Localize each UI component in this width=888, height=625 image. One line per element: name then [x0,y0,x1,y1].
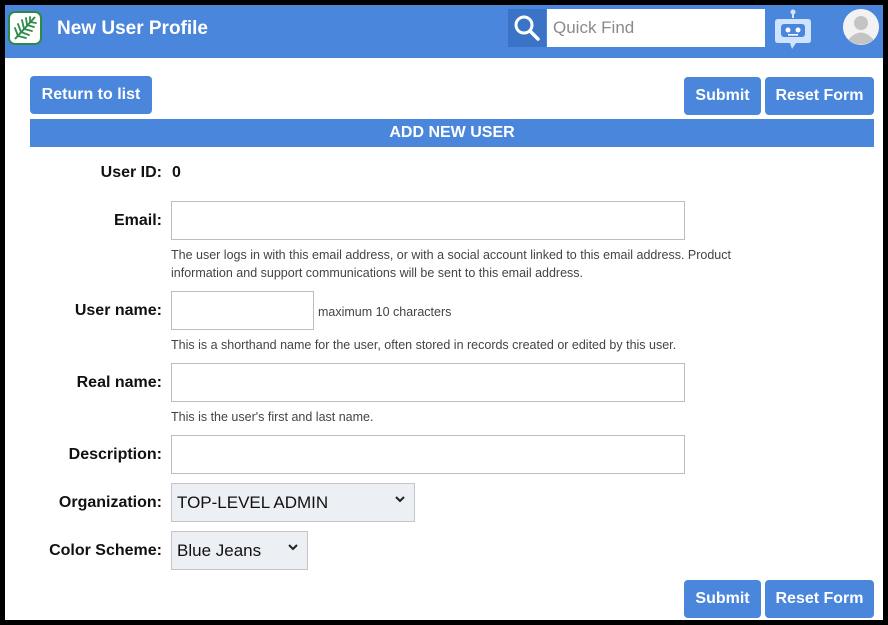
search-button[interactable] [508,9,546,47]
description-label: Description: [68,446,162,463]
email-field[interactable] [171,201,685,240]
organization-select[interactable]: TOP-LEVEL ADMIN [171,483,415,522]
user-name-label: User name: [74,302,162,319]
submit-button-top[interactable]: Submit [684,77,761,115]
real-name-help-text: This is the user's first and last name. [171,410,374,424]
app-window: New User Profile Quick Find Return to li… [5,5,883,620]
section-header: ADD NEW USER [30,119,874,147]
return-to-list-button[interactable]: Return to list [30,76,152,114]
description-field[interactable] [171,435,685,474]
user-name-hint: maximum 10 characters [318,305,452,319]
email-help-text: The user logs in with this email address… [171,248,731,280]
color-scheme-label: Color Scheme: [49,542,162,559]
top-header-bar: New User Profile [5,5,883,58]
quick-find-input[interactable] [547,9,765,47]
reset-form-button-bottom[interactable]: Reset Form [765,580,874,618]
page-title: New User Profile [57,18,208,39]
user-name-field[interactable] [171,291,314,330]
organization-selected-value: TOP-LEVEL ADMIN [177,493,329,512]
user-avatar-icon[interactable] [843,9,879,45]
user-name-help-text: This is a shorthand name for the user, o… [171,338,677,352]
chevron-down-icon [288,544,298,551]
magnifier-icon [514,15,540,41]
fern-leaf-logo-icon[interactable] [8,11,42,45]
color-scheme-selected-value: Blue Jeans [177,541,262,560]
robot-chat-icon[interactable] [772,9,814,53]
real-name-field[interactable] [171,363,685,402]
chevron-down-icon [395,496,405,503]
real-name-label: Real name: [76,374,162,391]
submit-button-bottom[interactable]: Submit [684,580,761,618]
user-id-label: User ID: [100,164,162,181]
email-label: Email: [113,212,162,229]
color-scheme-select[interactable]: Blue Jeans [171,531,308,570]
user-id-value: 0 [172,164,181,181]
organization-label: Organization: [58,494,162,511]
reset-form-button-top[interactable]: Reset Form [765,77,874,115]
